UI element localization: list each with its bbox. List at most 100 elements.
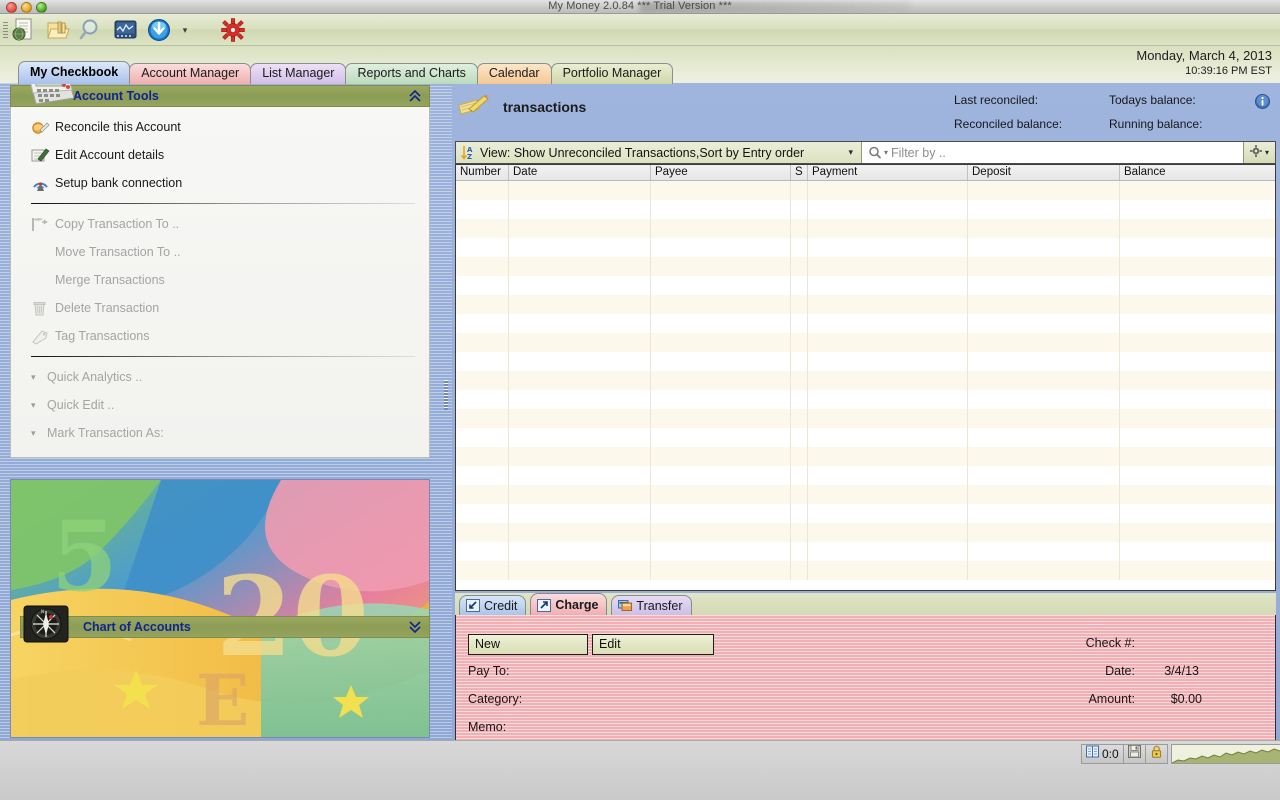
table-cell[interactable]: [791, 485, 808, 504]
table-cell[interactable]: [509, 447, 651, 466]
table-cell[interactable]: [456, 200, 509, 219]
lock-button[interactable]: [1144, 744, 1168, 764]
table-cell[interactable]: [651, 485, 791, 504]
tab-reports-and-charts[interactable]: Reports and Charts: [345, 63, 478, 84]
table-cell[interactable]: [651, 561, 791, 580]
table-cell[interactable]: [791, 295, 808, 314]
table-cell[interactable]: [791, 542, 808, 561]
table-cell[interactable]: [808, 390, 968, 409]
table-cell[interactable]: [509, 504, 651, 523]
table-cell[interactable]: [808, 352, 968, 371]
tab-charge[interactable]: Charge: [530, 593, 608, 615]
table-cell[interactable]: [509, 181, 651, 200]
table-cell[interactable]: [1120, 219, 1275, 238]
column-header-number[interactable]: Number: [456, 165, 509, 180]
table-cell[interactable]: [509, 542, 651, 561]
table-cell[interactable]: [968, 523, 1120, 542]
table-cell[interactable]: [791, 276, 808, 295]
table-cell[interactable]: [968, 504, 1120, 523]
expand-chevron-icon[interactable]: [409, 620, 421, 637]
table-cell[interactable]: [456, 390, 509, 409]
chevron-down-icon[interactable]: ▾: [848, 147, 853, 158]
table-cell[interactable]: [509, 371, 651, 390]
table-cell[interactable]: [808, 181, 968, 200]
toolbar-overflow-caret[interactable]: ▾: [180, 25, 190, 36]
date-value[interactable]: 3/4/13: [1164, 664, 1199, 678]
table-cell[interactable]: [509, 333, 651, 352]
table-cell[interactable]: [651, 219, 791, 238]
chart-of-accounts-header[interactable]: Chart of Accounts: [20, 616, 430, 638]
download-icon[interactable]: [146, 17, 172, 43]
table-cell[interactable]: [808, 466, 968, 485]
table-cell[interactable]: [968, 371, 1120, 390]
table-cell[interactable]: [968, 485, 1120, 504]
folder-icon[interactable]: [44, 17, 70, 43]
balance-sparkline[interactable]: [1170, 744, 1280, 764]
table-cell[interactable]: [509, 390, 651, 409]
table-cell[interactable]: [791, 219, 808, 238]
transactions-table[interactable]: Number Date Payee S Payment Deposit Bala…: [455, 164, 1276, 591]
table-cell[interactable]: [1120, 561, 1275, 580]
table-cell[interactable]: [808, 523, 968, 542]
table-cell[interactable]: [456, 371, 509, 390]
info-icon[interactable]: [1255, 94, 1270, 109]
table-cell[interactable]: [808, 561, 968, 580]
table-cell[interactable]: [509, 200, 651, 219]
table-cell[interactable]: [968, 561, 1120, 580]
table-cell[interactable]: [456, 447, 509, 466]
table-cell[interactable]: [791, 447, 808, 466]
gear-icon[interactable]: [220, 17, 246, 43]
table-cell[interactable]: [651, 257, 791, 276]
table-cell[interactable]: [509, 466, 651, 485]
table-cell[interactable]: [1120, 523, 1275, 542]
column-header-date[interactable]: Date: [509, 165, 651, 180]
table-cell[interactable]: [968, 447, 1120, 466]
table-cell[interactable]: [651, 181, 791, 200]
table-cell[interactable]: [808, 295, 968, 314]
table-cell[interactable]: [1120, 257, 1275, 276]
table-cell[interactable]: [651, 295, 791, 314]
table-cell[interactable]: [456, 428, 509, 447]
table-row[interactable]: [456, 485, 1275, 504]
tab-list-manager[interactable]: List Manager: [250, 63, 347, 84]
table-cell[interactable]: [456, 257, 509, 276]
table-cell[interactable]: [651, 428, 791, 447]
table-cell[interactable]: [456, 314, 509, 333]
table-cell[interactable]: [808, 314, 968, 333]
table-cell[interactable]: [791, 238, 808, 257]
setup-bank-connection-item[interactable]: Setup bank connection: [11, 169, 429, 197]
table-cell[interactable]: [1120, 200, 1275, 219]
tab-account-manager[interactable]: Account Manager: [129, 63, 252, 84]
table-cell[interactable]: [808, 276, 968, 295]
table-cell[interactable]: [791, 466, 808, 485]
column-header-balance[interactable]: Balance: [1120, 165, 1275, 180]
table-cell[interactable]: [808, 238, 968, 257]
table-row[interactable]: [456, 390, 1275, 409]
gear-icon[interactable]: [1249, 144, 1262, 162]
table-cell[interactable]: [808, 485, 968, 504]
table-cell[interactable]: [1120, 276, 1275, 295]
table-cell[interactable]: [651, 276, 791, 295]
table-row[interactable]: [456, 200, 1275, 219]
table-cell[interactable]: [791, 200, 808, 219]
table-cell[interactable]: [968, 295, 1120, 314]
table-cell[interactable]: [651, 504, 791, 523]
table-row[interactable]: [456, 466, 1275, 485]
table-cell[interactable]: [1120, 238, 1275, 257]
table-cell[interactable]: [1120, 542, 1275, 561]
filter-options-caret-icon[interactable]: ▾: [884, 148, 888, 157]
table-cell[interactable]: [651, 371, 791, 390]
table-cell[interactable]: [1120, 447, 1275, 466]
tab-credit[interactable]: Credit: [459, 595, 527, 615]
view-options-caret-icon[interactable]: ▾: [1265, 148, 1269, 157]
table-cell[interactable]: [456, 409, 509, 428]
table-cell[interactable]: [791, 333, 808, 352]
magnifier-icon[interactable]: [78, 17, 104, 43]
edit-button[interactable]: Edit: [592, 634, 714, 655]
new-button[interactable]: New: [468, 634, 588, 655]
table-cell[interactable]: [1120, 333, 1275, 352]
table-row[interactable]: [456, 181, 1275, 200]
table-row[interactable]: [456, 314, 1275, 333]
table-cell[interactable]: [808, 200, 968, 219]
table-row[interactable]: [456, 542, 1275, 561]
